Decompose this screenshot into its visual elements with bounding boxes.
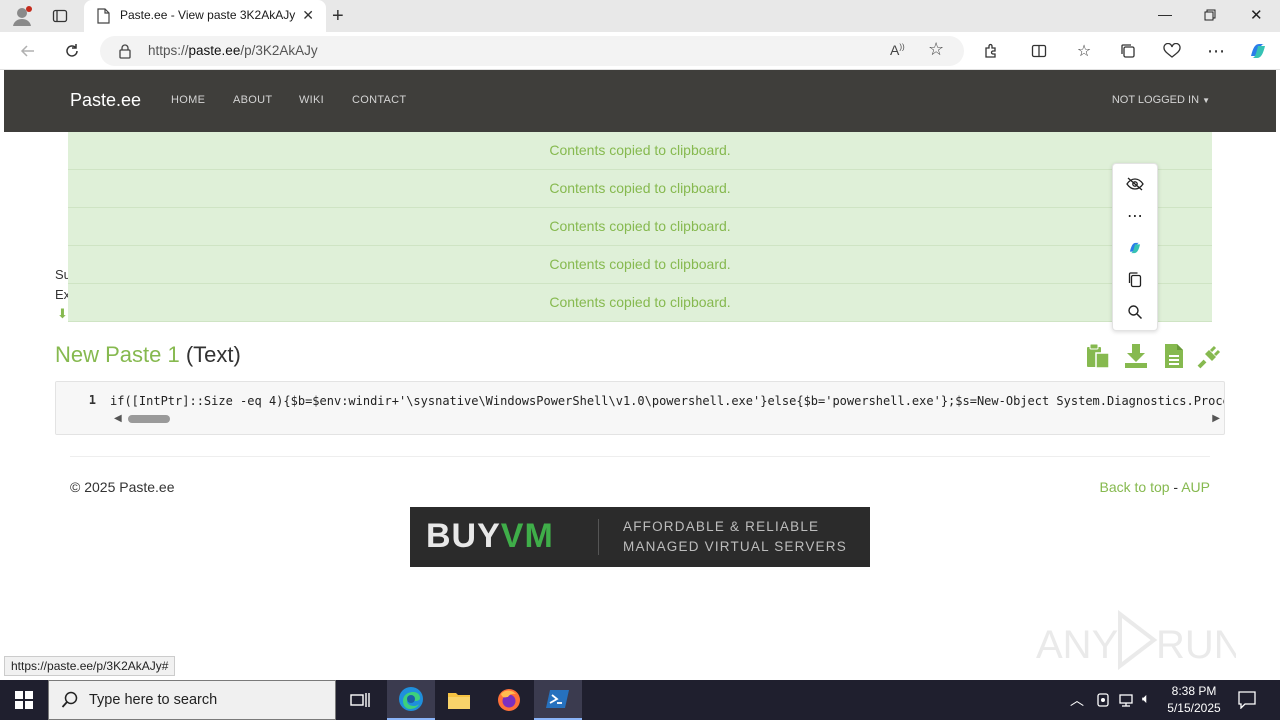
code-line[interactable]: if([IntPtr]::Size -eq 4){$b=$env:windir+… [110, 394, 1224, 408]
task-view-icon[interactable] [336, 680, 384, 720]
footer-divider [70, 456, 1210, 457]
minimize-icon[interactable]: — [1158, 6, 1172, 22]
clipboard-alert: Contents copied to clipboard. [68, 284, 1212, 322]
scrollbar-thumb[interactable] [128, 415, 170, 423]
clock-date: 5/15/2025 [1167, 701, 1221, 715]
favorites-icon[interactable]: ☆ [1070, 32, 1098, 70]
search-icon[interactable] [1113, 296, 1157, 328]
lock-icon[interactable] [118, 43, 132, 64]
more-options-icon[interactable]: ⋯ [1202, 32, 1230, 70]
notifications-icon[interactable] [1238, 691, 1256, 714]
site-navbar: Paste.ee HOME ABOUT WIKI CONTACT NOT LOG… [4, 70, 1276, 132]
extensions-icon[interactable] [977, 32, 1005, 70]
embed-plug-icon[interactable] [1196, 342, 1224, 370]
site-brand-link[interactable]: Paste.ee [70, 90, 141, 111]
profile-icon[interactable] [10, 4, 34, 28]
address-bar[interactable]: https://paste.ee/p/3K2AkAJy A)) ☆ [100, 36, 964, 66]
clipboard-alert: Contents copied to clipboard. [68, 132, 1212, 170]
nav-about-link[interactable]: ABOUT [233, 94, 272, 106]
raw-file-icon[interactable] [1160, 342, 1188, 370]
more-icon[interactable]: ⋯ [1113, 200, 1157, 232]
paste-type: (Text) [185, 342, 241, 367]
system-clock[interactable]: 8:38 PM 5/15/2025 [1160, 683, 1228, 717]
close-tab-icon[interactable]: ✕ [302, 7, 314, 24]
ad-tagline-2: MANAGED VIRTUAL SERVERS [623, 539, 847, 554]
account-dropdown[interactable]: NOT LOGGED IN ▼ [1112, 94, 1210, 106]
paste-name: New Paste 1 [55, 342, 180, 367]
close-window-icon[interactable]: ✕ [1250, 6, 1263, 24]
back-icon[interactable] [14, 32, 42, 70]
copy-paste-icon[interactable] [1084, 342, 1112, 370]
nav-wiki-link[interactable]: WIKI [299, 94, 324, 106]
ad-separator [598, 519, 599, 555]
anyrun-watermark-logo: ANY RUN [1036, 608, 1243, 671]
restore-icon[interactable] [1204, 8, 1216, 26]
code-viewer[interactable]: 1 if([IntPtr]::Size -eq 4){$b=$env:windi… [55, 381, 1225, 435]
active-tab[interactable]: Paste.ee - View paste 3K2AkAJy ✕ [84, 0, 326, 32]
edge-taskbar-icon[interactable] [387, 680, 435, 720]
tab-title: Paste.ee - View paste 3K2AkAJy [120, 8, 296, 22]
file-explorer-icon[interactable] [435, 680, 483, 720]
url-text: https://paste.ee/p/3K2AkAJy [148, 43, 318, 58]
device-icon[interactable] [1096, 692, 1110, 713]
mini-menu-popup: ⋯ [1112, 163, 1158, 331]
search-icon [61, 691, 79, 714]
copilot-small-icon[interactable] [1113, 232, 1157, 264]
hide-menu-icon[interactable] [1113, 168, 1157, 200]
powershell-icon[interactable] [534, 680, 582, 720]
show-hidden-icons-chevron-icon[interactable]: ︿ [1070, 690, 1084, 710]
horizontal-scrollbar[interactable]: ◀ ▶ [108, 412, 1224, 426]
nav-home-link[interactable]: HOME [171, 94, 205, 106]
clipboard-alert: Contents copied to clipboard. [68, 170, 1212, 208]
web-page: Paste.ee HOME ABOUT WIKI CONTACT NOT LOG… [4, 70, 1276, 678]
scroll-right-icon[interactable]: ▶ [1212, 413, 1220, 424]
windows-taskbar: Type here to search ︿ 🔈︎ 8:38 PM 5/15/20… [0, 680, 1280, 720]
favorite-star-icon[interactable]: ☆ [928, 39, 944, 60]
ad-tagline-1: AFFORDABLE & RELIABLE [623, 519, 820, 534]
footer-separator: - [1169, 479, 1182, 495]
windows-start-icon[interactable] [0, 680, 48, 720]
taskbar-search-box[interactable]: Type here to search [48, 680, 336, 720]
collections-icon[interactable] [1114, 32, 1142, 70]
page-icon [96, 8, 110, 29]
nav-contact-link[interactable]: CONTACT [352, 94, 406, 106]
svg-text:ANY: ANY [1036, 623, 1118, 667]
buyvm-ad-banner[interactable]: BUYVM AFFORDABLE & RELIABLE MANAGED VIRT… [410, 507, 870, 567]
search-placeholder: Type here to search [89, 692, 218, 708]
volume-icon[interactable]: 🔈︎ [1142, 690, 1150, 707]
new-tab-icon[interactable]: + [332, 5, 344, 28]
footer-links: Back to top - AUP [1099, 479, 1210, 495]
clipboard-alert: Contents copied to clipboard. [68, 208, 1212, 246]
caret-down-icon: ▼ [1202, 96, 1210, 105]
download-small-icon[interactable]: ⬇ [57, 306, 68, 322]
line-number: 1 [56, 382, 104, 434]
copilot-icon[interactable] [1244, 32, 1272, 70]
account-label: NOT LOGGED IN [1111, 94, 1200, 106]
browser-toolbar: https://paste.ee/p/3K2AkAJy A)) ☆ ☆ ⋯ [0, 32, 1280, 70]
network-icon[interactable] [1118, 692, 1136, 713]
performance-icon[interactable] [1158, 32, 1186, 70]
copyright-text: © 2025 Paste.ee [70, 479, 175, 495]
clock-time: 8:38 PM [1171, 684, 1217, 698]
download-icon[interactable] [1122, 342, 1150, 370]
paste-title: New Paste 1 (Text) [55, 342, 241, 368]
ad-logo: BUYVM [426, 517, 554, 555]
split-screen-icon[interactable] [1025, 32, 1053, 70]
svg-text:RUN: RUN [1156, 623, 1236, 667]
status-bar-url: https://paste.ee/p/3K2AkAJy# [4, 656, 176, 676]
refresh-icon[interactable] [58, 32, 86, 70]
browser-tab-bar: Paste.ee - View paste 3K2AkAJy ✕ + — ✕ [0, 0, 1280, 32]
back-to-top-link[interactable]: Back to top [1099, 479, 1169, 495]
clipboard-alert: Contents copied to clipboard. [68, 246, 1212, 284]
firefox-icon[interactable] [485, 680, 533, 720]
copy-icon[interactable] [1113, 264, 1157, 296]
tab-actions-icon[interactable] [52, 8, 68, 24]
scroll-left-icon[interactable]: ◀ [114, 413, 122, 424]
read-aloud-icon[interactable]: A)) [890, 42, 905, 58]
aup-link[interactable]: AUP [1181, 479, 1210, 495]
